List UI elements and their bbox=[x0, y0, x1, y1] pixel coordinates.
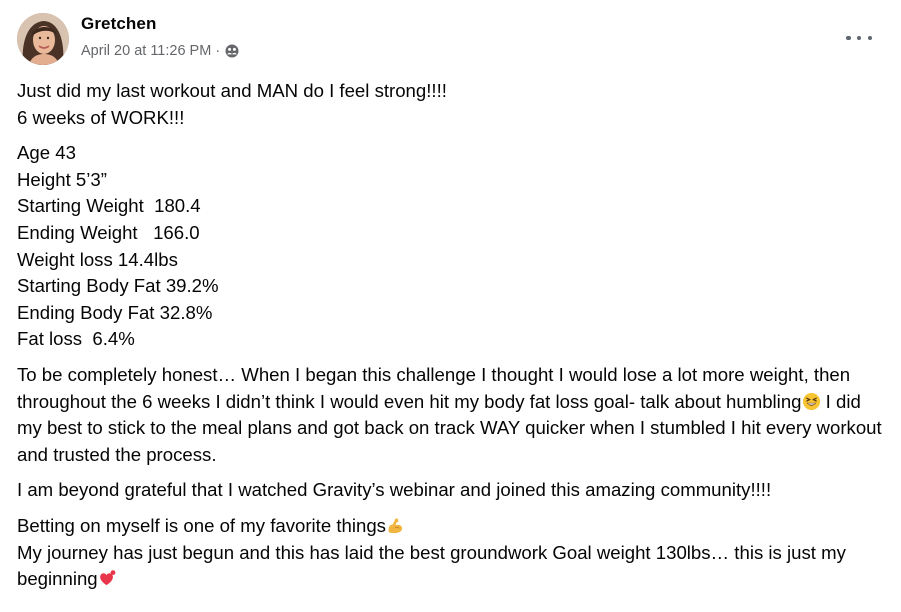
profile-photo bbox=[17, 13, 69, 65]
text-segment: Betting on myself is one of my favorite … bbox=[17, 514, 386, 536]
dot-icon bbox=[867, 35, 872, 41]
dot-icon bbox=[856, 35, 862, 41]
stat-line: Starting Body Fat 39.2% bbox=[17, 275, 219, 297]
meta-separator: · bbox=[215, 43, 221, 59]
intro-paragraph: Just did my last workout and MAN do I fe… bbox=[17, 78, 887, 131]
text-line: Betting on myself is one of my favorite … bbox=[17, 513, 887, 540]
avatar[interactable] bbox=[17, 13, 69, 65]
stats-paragraph: Age 43 Height 5’3” Starting Weight 180.4… bbox=[17, 140, 887, 353]
text-segment: To be completely honest… When I began th… bbox=[17, 363, 851, 412]
stat-line: Ending Weight 166.0 bbox=[17, 221, 200, 243]
stat-line: Fat loss 6.4% bbox=[17, 328, 135, 350]
more-options-button[interactable] bbox=[846, 28, 872, 48]
stat-line: Weight loss 14.4lbs bbox=[17, 248, 178, 270]
stat-line: Height 5’3” bbox=[17, 168, 107, 190]
stat-line: Starting Weight 180.4 bbox=[17, 195, 201, 217]
timestamp[interactable]: April 20 at 11:26 PM bbox=[81, 43, 211, 59]
heart-exclamation-emoji bbox=[98, 569, 117, 588]
closing-paragraph: Betting on myself is one of my favorite … bbox=[17, 513, 887, 593]
post-meta: April 20 at 11:26 PM · bbox=[81, 43, 239, 59]
friends-icon[interactable] bbox=[225, 44, 239, 58]
stat-line: Age 43 bbox=[17, 142, 76, 164]
text-line: Just did my last workout and MAN do I fe… bbox=[17, 80, 447, 101]
text-line: 6 weeks of WORK!!! bbox=[17, 106, 185, 128]
honesty-paragraph: To be completely honest… When I began th… bbox=[17, 362, 887, 468]
text-segment: My journey has just begun and this has l… bbox=[17, 541, 846, 590]
dot-icon bbox=[846, 35, 851, 41]
grinning-squinting-face-emoji bbox=[802, 392, 821, 411]
post-body: Just did my last workout and MAN do I fe… bbox=[17, 78, 887, 602]
grateful-paragraph: I am beyond grateful that I watched Grav… bbox=[17, 479, 772, 501]
facebook-post: Gretchen April 20 at 11:26 PM · Just did… bbox=[0, 0, 901, 612]
stat-line: Ending Body Fat 32.8% bbox=[17, 301, 213, 323]
flexed-biceps-emoji bbox=[386, 516, 405, 535]
author-name[interactable]: Gretchen bbox=[81, 14, 156, 34]
